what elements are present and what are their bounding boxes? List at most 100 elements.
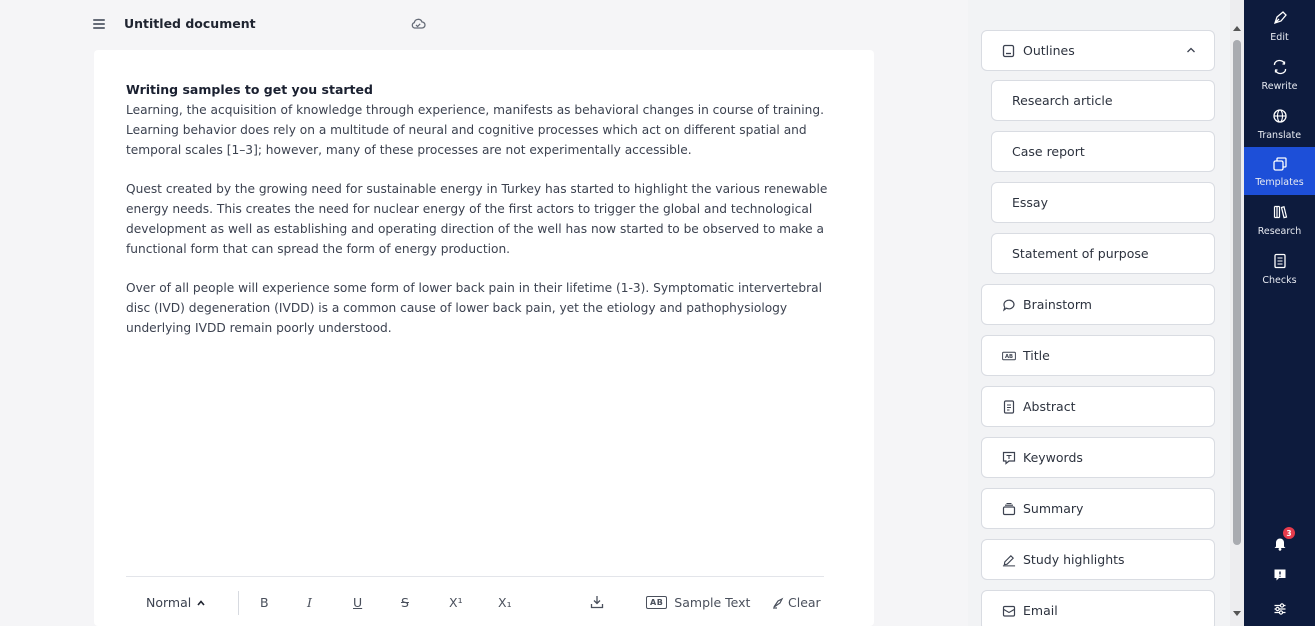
document-content[interactable]: Writing samples to get you started Learn… [126,80,836,357]
nav-rail: Edit Rewrite Translate Templates Researc… [1244,0,1315,626]
outlines-toggle[interactable]: Outlines [981,30,1215,71]
rail-item-rewrite[interactable]: Rewrite [1244,53,1315,99]
feedback-button[interactable] [1244,563,1315,587]
bold-label: B [260,595,269,610]
rail-label: Rewrite [1261,81,1298,92]
templates-icon [1272,157,1287,171]
template-label: Study highlights [1023,552,1125,567]
template-label: Summary [1023,501,1084,516]
scroll-up-arrow-icon[interactable] [1233,26,1241,31]
speech-bubble-icon [1002,298,1016,312]
outline-item-label: Research article [1012,93,1113,108]
outline-doc-icon [1002,44,1015,57]
template-keywords[interactable]: Keywords [981,437,1215,478]
sample-text-badge: AB [646,596,668,609]
rail-item-checks[interactable]: Checks [1244,247,1315,293]
outlines-label: Outlines [1023,43,1075,58]
rail-label: Edit [1270,32,1289,43]
sample-text-button[interactable]: AB Sample Text [646,595,750,610]
rail-label: Research [1257,226,1302,237]
sample-paragraph-1: Learning, the acquisition of knowledge t… [126,103,825,157]
rail-label: Translate [1257,130,1302,141]
scroll-down-arrow-icon[interactable] [1233,611,1241,616]
template-summary[interactable]: Summary [981,488,1215,529]
document-header: Untitled document [0,0,968,48]
template-brainstorm[interactable]: Brainstorm [981,284,1215,325]
outline-case-report[interactable]: Case report [991,131,1215,172]
format-toolbar: Normal B I U S X¹ X₁ AB Sample Text Clea… [126,576,824,626]
envelope-icon [1002,604,1016,618]
italic-label: I [307,595,312,610]
globe-icon [1272,109,1287,123]
templates-panel: Outlines Research article Case report Es… [968,0,1230,626]
stack-icon [1002,502,1016,516]
rail-label: Checks [1262,275,1297,286]
panel-scrollbar[interactable] [1230,0,1244,626]
eraser-icon [773,597,784,609]
feedback-message-icon [1274,569,1285,581]
underline-label: U [353,595,363,610]
settings-button[interactable] [1244,597,1315,621]
sample-paragraph-3: Over of all people will experience some … [126,281,822,335]
tag-message-icon [1002,451,1016,465]
template-label: Keywords [1023,450,1083,465]
clear-label: Clear [788,595,821,610]
editor-area: Untitled document Writing samples to get… [0,0,968,626]
superscript-label: X¹ [449,595,463,610]
template-title[interactable]: AB Title [981,335,1215,376]
template-label: Abstract [1023,399,1076,414]
checklist-icon [1273,253,1286,269]
template-label: Title [1023,348,1050,363]
sample-paragraph-2: Quest created by the growing need for su… [126,182,828,256]
books-icon [1273,205,1287,219]
hamburger-menu-icon[interactable] [93,19,105,29]
underline-button[interactable]: U [353,595,362,610]
strike-label: S [401,595,409,610]
document-icon [1002,399,1016,414]
rail-item-edit[interactable]: Edit [1244,4,1315,50]
template-label: Brainstorm [1023,297,1092,312]
outline-item-label: Case report [1012,144,1085,159]
rail-item-templates[interactable]: Templates [1244,147,1315,195]
outline-item-label: Essay [1012,195,1048,210]
notification-badge: 3 [1283,527,1295,539]
pen-nib-icon [1273,11,1287,25]
outline-statement-of-purpose[interactable]: Statement of purpose [991,233,1215,274]
italic-button[interactable]: I [307,595,312,610]
outline-item-label: Statement of purpose [1012,246,1149,261]
sliders-icon [1274,603,1285,615]
template-study-highlights[interactable]: Study highlights [981,539,1215,580]
samples-heading: Writing samples to get you started [126,82,373,97]
subscript-button[interactable]: X₁ [498,595,512,610]
download-icon [590,596,604,609]
svg-text:AB: AB [1005,354,1013,360]
text-style-label: Normal [146,595,192,610]
ab-badge-icon: AB [1002,349,1016,363]
clear-button[interactable]: Clear [772,595,821,610]
superscript-button[interactable]: X¹ [449,595,463,610]
subscript-label: X₁ [498,595,512,610]
arrows-cycle-icon [1273,59,1286,75]
template-email[interactable]: Email [981,590,1215,626]
outline-research-article[interactable]: Research article [991,80,1215,121]
scroll-thumb[interactable] [1233,40,1241,545]
download-button[interactable] [590,595,604,609]
template-label: Email [1023,603,1058,618]
strikethrough-button[interactable]: S [401,595,409,610]
notifications-button[interactable]: 3 [1244,527,1315,555]
toolbar-divider [238,591,239,615]
rail-label: Templates [1255,177,1304,188]
document-paper[interactable]: Writing samples to get you started Learn… [94,50,874,626]
rail-item-translate[interactable]: Translate [1244,102,1315,148]
highlighter-icon [1002,553,1016,567]
template-abstract[interactable]: Abstract [981,386,1215,427]
chevron-up-icon [1187,47,1195,53]
cloud-saved-icon [411,18,426,29]
sample-text-label: Sample Text [674,595,751,610]
rail-item-research[interactable]: Research [1244,198,1315,244]
bold-button[interactable]: B [260,595,269,610]
outline-essay[interactable]: Essay [991,182,1215,223]
text-style-dropdown[interactable]: Normal [146,595,205,610]
document-title[interactable]: Untitled document [124,16,256,31]
chevron-up-icon [197,599,205,606]
